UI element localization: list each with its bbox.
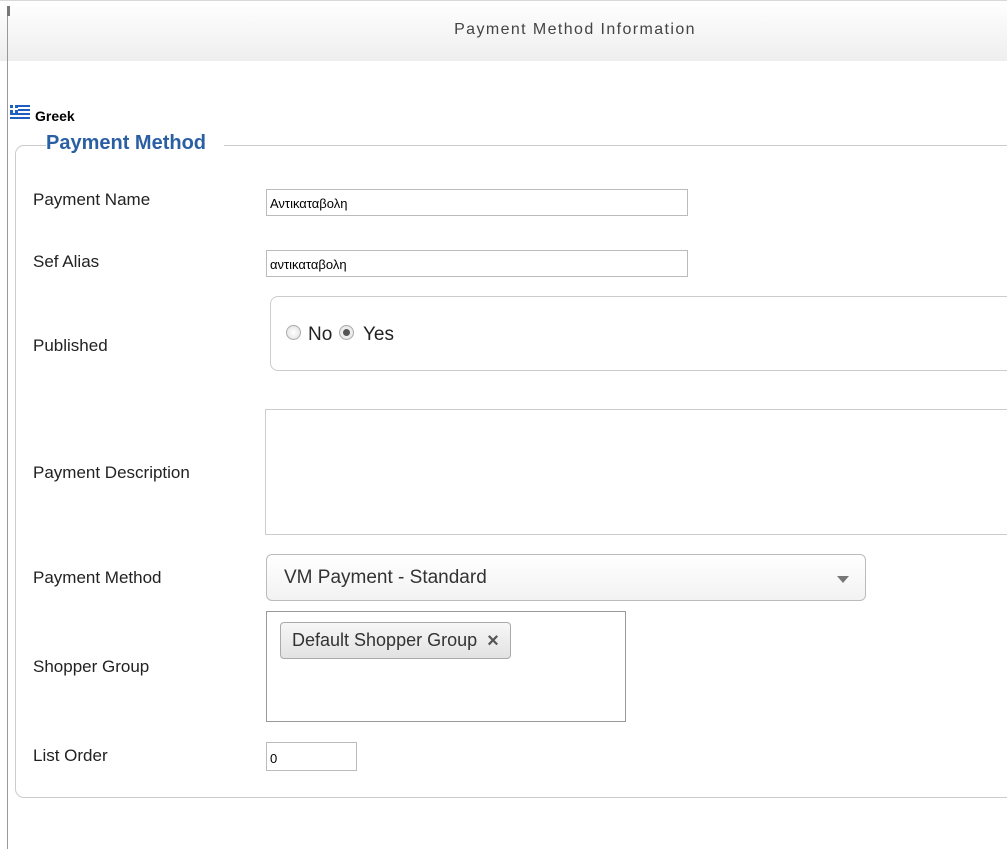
payment-name-label: Payment Name	[33, 190, 151, 209]
language-indicator: Greek	[10, 101, 75, 124]
published-label: Published	[33, 336, 108, 355]
published-yes-radio[interactable]	[339, 325, 354, 340]
list-order-input[interactable]: 0	[266, 742, 357, 771]
chevron-down-icon	[837, 576, 849, 583]
sef-alias-label: Sef Alias	[33, 252, 100, 271]
payment-description-label: Payment Description	[33, 463, 190, 482]
published-yes-label: Yes	[363, 324, 394, 345]
fieldset-legend: Payment Method	[46, 132, 225, 155]
language-label: Greek	[35, 108, 75, 124]
payment-method-label: Payment Method	[33, 568, 162, 587]
payment-name-input[interactable]: Αντικαταβολη	[266, 189, 688, 216]
shopper-group-label: Shopper Group	[33, 657, 150, 676]
panel-header: Payment Method Information	[0, 0, 1007, 61]
greek-flag-icon	[10, 104, 30, 121]
payment-description-textarea[interactable]	[265, 409, 1007, 535]
shopper-group-multiselect[interactable]: Default Shopper Group ×	[266, 611, 626, 722]
payment-method-select[interactable]: VM Payment - Standard	[266, 554, 866, 601]
panel-title: Payment Method Information	[454, 21, 696, 38]
shopper-group-chip-label: Default Shopper Group	[292, 630, 478, 650]
published-no-radio[interactable]	[286, 325, 301, 340]
published-no-label: No	[308, 324, 333, 345]
list-order-label: List Order	[33, 746, 108, 765]
published-radio-group: No Yes	[270, 296, 1007, 371]
close-icon[interactable]: ×	[487, 631, 499, 651]
sef-alias-input[interactable]: αντικαταβολη	[266, 250, 688, 277]
panel-corner	[7, 6, 10, 16]
panel-left-border	[7, 6, 8, 849]
payment-method-selected-value: VM Payment - Standard	[284, 567, 487, 588]
shopper-group-chip: Default Shopper Group ×	[280, 622, 511, 659]
